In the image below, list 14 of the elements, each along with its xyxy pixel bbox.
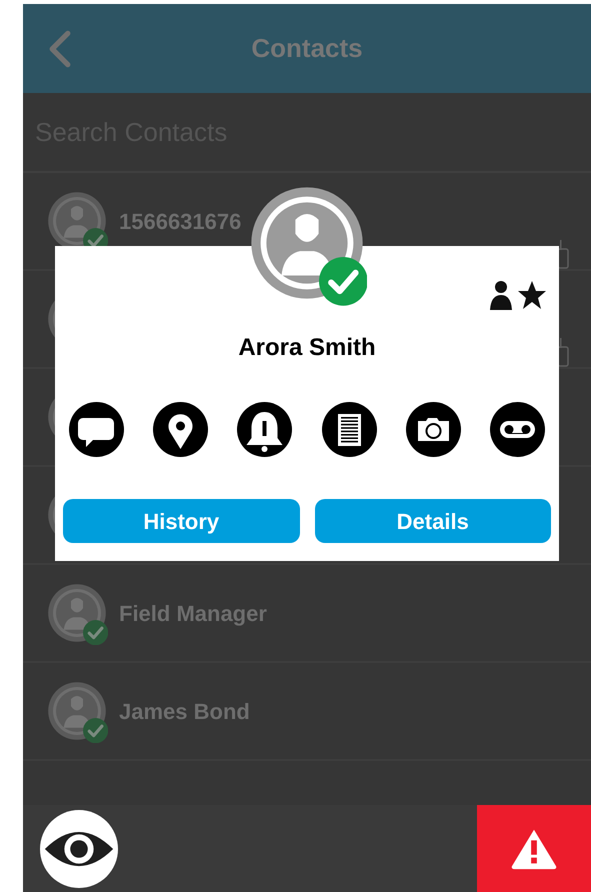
dialog-contact-name: Arora Smith: [238, 333, 376, 363]
contact-name[interactable]: Field Manager: [119, 596, 267, 630]
camera-icon[interactable]: [406, 402, 461, 457]
header-title: Contacts: [251, 32, 363, 65]
contact-name[interactable]: James Bond: [119, 694, 250, 728]
dialog-button[interactable]: Details: [314, 499, 551, 543]
message-icon[interactable]: [69, 402, 124, 457]
contact-name[interactable]: 1566631676: [119, 204, 242, 238]
alert-button[interactable]: [477, 805, 591, 892]
voicemail-icon[interactable]: [490, 402, 545, 457]
dialog-button[interactable]: History: [63, 499, 300, 543]
document-icon[interactable]: [322, 402, 377, 457]
location-icon[interactable]: [153, 402, 208, 457]
eye-icon[interactable]: [40, 810, 118, 888]
